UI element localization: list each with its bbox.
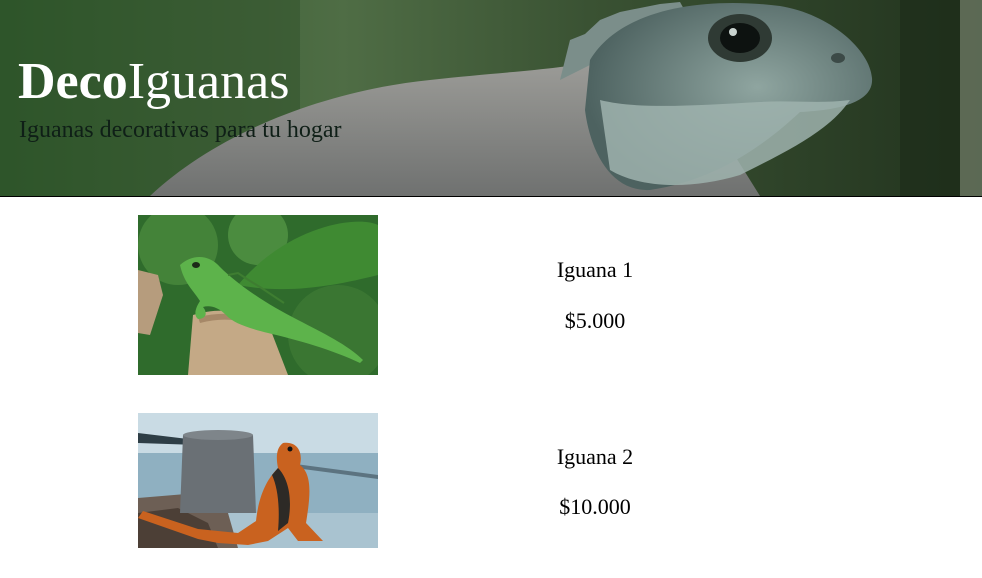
green-iguana-photo [138, 215, 378, 375]
brand-title: DecoIguanas [18, 52, 289, 112]
product-info: Iguana 2 $10.000 [470, 444, 720, 520]
hero-banner: DecoIguanas Iguanas decorativas para tu … [0, 0, 982, 197]
product-price: $10.000 [559, 494, 631, 519]
product-name: Iguana 2 [556, 444, 634, 469]
brand-title-regular: Iguanas [127, 53, 290, 110]
product-info: Iguana 1 $5.000 [470, 257, 720, 334]
product-image[interactable] [138, 215, 378, 375]
brand-title-bold: Deco [18, 53, 128, 110]
tagline: Iguanas decorativas para tu hogar [19, 117, 342, 143]
product-price: $5.000 [564, 308, 626, 333]
product-image[interactable] [138, 413, 378, 548]
product-name: Iguana 1 [556, 257, 634, 282]
orange-iguana-photo [138, 413, 378, 548]
